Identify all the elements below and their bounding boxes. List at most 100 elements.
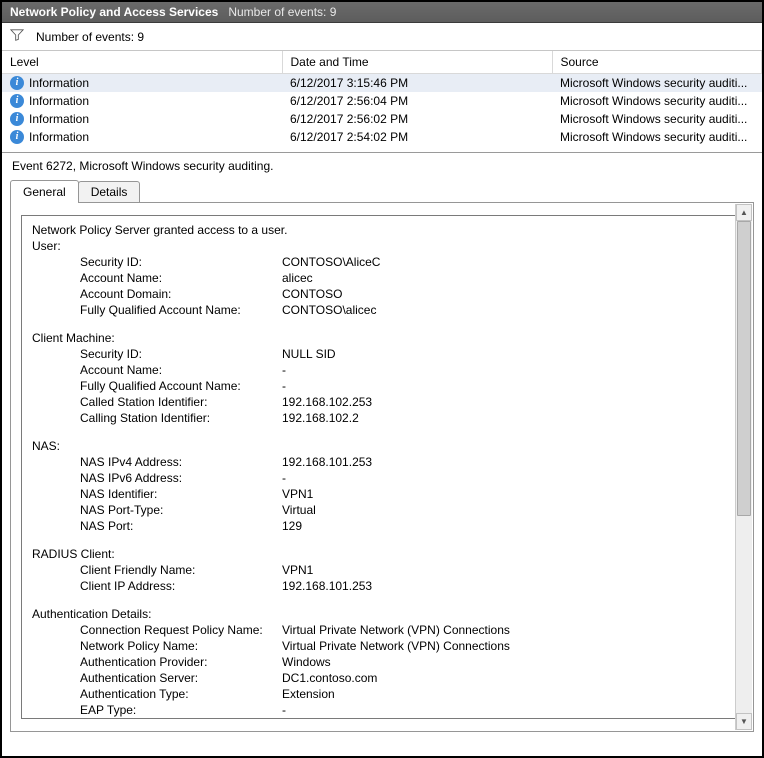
detail-key: NAS Port: <box>32 518 282 534</box>
cell-date: 6/12/2017 3:15:46 PM <box>282 74 552 93</box>
scroll-down-arrow-icon[interactable]: ▼ <box>736 713 752 730</box>
table-row[interactable]: iInformation6/12/2017 2:56:04 PMMicrosof… <box>2 92 762 110</box>
detail-value: DC1.contoso.com <box>282 670 732 686</box>
detail-key: Called Station Identifier: <box>32 394 282 410</box>
detail-kv-row: Account Domain:CONTOSO <box>32 286 732 302</box>
detail-value: alicec <box>282 270 732 286</box>
detail-value: Virtual Private Network (VPN) Connection… <box>282 622 732 638</box>
detail-value: 192.168.102.2 <box>282 410 732 426</box>
detail-value: Virtual <box>282 502 732 518</box>
detail-section: User:Security ID:CONTOSO\AliceCAccount N… <box>32 238 732 318</box>
detail-kv-row: Fully Qualified Account Name:- <box>32 378 732 394</box>
event-list[interactable]: Level Date and Time Source iInformation6… <box>2 51 762 153</box>
table-header-row[interactable]: Level Date and Time Source <box>2 51 762 74</box>
detail-value: Windows <box>282 654 732 670</box>
detail-value: 37 <box>282 718 732 719</box>
cell-source: Microsoft Windows security auditi... <box>552 128 762 146</box>
vertical-scrollbar[interactable]: ▲ ▼ <box>735 204 752 730</box>
information-icon: i <box>10 112 24 126</box>
detail-key: Security ID: <box>32 254 282 270</box>
detail-key: Fully Qualified Account Name: <box>32 378 282 394</box>
detail-section: NAS:NAS IPv4 Address:192.168.101.253NAS … <box>32 438 732 534</box>
col-header-date[interactable]: Date and Time <box>282 51 552 74</box>
information-icon: i <box>10 76 24 90</box>
detail-kv-row: Account Name:- <box>32 362 732 378</box>
detail-key: Account Session Identifier: <box>32 718 282 719</box>
detail-value: Extension <box>282 686 732 702</box>
detail-kv-row: NAS Identifier:VPN1 <box>32 486 732 502</box>
detail-value: 192.168.101.253 <box>282 454 732 470</box>
detail-kv-row: Account Session Identifier:37 <box>32 718 732 719</box>
detail-key: Network Policy Name: <box>32 638 282 654</box>
table-row[interactable]: iInformation6/12/2017 3:15:46 PMMicrosof… <box>2 74 762 93</box>
information-icon: i <box>10 94 24 108</box>
table-row[interactable]: i Information 6/12/2017 2:54:02 PMMicrosof… <box>2 128 762 146</box>
detail-key: Authentication Server: <box>32 670 282 686</box>
cell-source: Microsoft Windows security auditi... <box>552 110 762 128</box>
tab-strip: General Details <box>10 180 754 203</box>
detail-value: - <box>282 470 732 486</box>
detail-kv-row: Security ID:NULL SID <box>32 346 732 362</box>
detail-value: - <box>282 362 732 378</box>
detail-summary-section: Network Policy Server granted access to … <box>32 222 732 238</box>
detail-key: Client Friendly Name: <box>32 562 282 578</box>
detail-kv-row: Authentication Server:DC1.contoso.com <box>32 670 732 686</box>
detail-section-title: Client Machine: <box>32 330 732 346</box>
col-header-source[interactable]: Source <box>552 51 762 74</box>
filter-icon[interactable] <box>10 28 24 45</box>
detail-key: Connection Request Policy Name: <box>32 622 282 638</box>
detail-summary: Network Policy Server granted access to … <box>32 222 732 238</box>
filter-label: Number of events: 9 <box>36 30 144 44</box>
detail-value: NULL SID <box>282 346 732 362</box>
detail-key: EAP Type: <box>32 702 282 718</box>
scroll-track[interactable] <box>736 221 752 713</box>
window-subtitle: Number of events: 9 <box>228 5 336 19</box>
information-icon: i <box>10 130 24 144</box>
filter-bar: Number of events: 9 <box>2 23 762 51</box>
detail-kv-row: NAS IPv6 Address:- <box>32 470 732 486</box>
cell-level: iInformation <box>2 92 282 110</box>
detail-value: Virtual Private Network (VPN) Connection… <box>282 638 732 654</box>
table-row-partial <box>2 146 762 152</box>
detail-kv-row: NAS Port-Type:Virtual <box>32 502 732 518</box>
detail-section-title: Authentication Details: <box>32 606 732 622</box>
table-row[interactable]: iInformation6/12/2017 2:56:02 PMMicrosof… <box>2 110 762 128</box>
detail-kv-row: Client IP Address:192.168.101.253 <box>32 578 732 594</box>
detail-value: CONTOSO\alicec <box>282 302 732 318</box>
detail-key: Account Name: <box>32 270 282 286</box>
detail-kv-row: Calling Station Identifier:192.168.102.2 <box>32 410 732 426</box>
cell-source: Microsoft Windows security auditi... <box>552 92 762 110</box>
detail-value: 192.168.101.253 <box>282 578 732 594</box>
detail-section: Client Machine:Security ID:NULL SIDAccou… <box>32 330 732 426</box>
detail-key: NAS Port-Type: <box>32 502 282 518</box>
detail-kv-row: Account Name:alicec <box>32 270 732 286</box>
detail-kv-row: Authentication Provider:Windows <box>32 654 732 670</box>
detail-key: Authentication Provider: <box>32 654 282 670</box>
tab-general[interactable]: General <box>10 180 79 203</box>
col-header-level[interactable]: Level <box>2 51 282 74</box>
detail-value: - <box>282 702 732 718</box>
event-detail-box: Network Policy Server granted access to … <box>21 215 743 719</box>
detail-value: - <box>282 378 732 394</box>
detail-key: Calling Station Identifier: <box>32 410 282 426</box>
cell-date: 6/12/2017 2:56:04 PM <box>282 92 552 110</box>
detail-key: NAS IPv6 Address: <box>32 470 282 486</box>
detail-section-title: RADIUS Client: <box>32 546 732 562</box>
cell-date: 6/12/2017 2:56:02 PM <box>282 110 552 128</box>
cell-date: 6/12/2017 2:54:02 PM <box>282 128 552 146</box>
cell-level-text: Information <box>29 130 89 144</box>
scroll-up-arrow-icon[interactable]: ▲ <box>736 204 752 221</box>
detail-section: RADIUS Client:Client Friendly Name:VPN1C… <box>32 546 732 594</box>
detail-kv-row: Authentication Type:Extension <box>32 686 732 702</box>
detail-key: Client IP Address: <box>32 578 282 594</box>
detail-kv-row: Called Station Identifier:192.168.102.25… <box>32 394 732 410</box>
detail-value: 129 <box>282 518 732 534</box>
scroll-thumb[interactable] <box>737 221 751 516</box>
detail-key: Security ID: <box>32 346 282 362</box>
detail-kv-row: Security ID:CONTOSO\AliceC <box>32 254 732 270</box>
detail-value: CONTOSO\AliceC <box>282 254 732 270</box>
detail-kv-row: Client Friendly Name:VPN1 <box>32 562 732 578</box>
tab-details[interactable]: Details <box>78 181 141 203</box>
detail-key: Authentication Type: <box>32 686 282 702</box>
detail-kv-row: Connection Request Policy Name:Virtual P… <box>32 622 732 638</box>
